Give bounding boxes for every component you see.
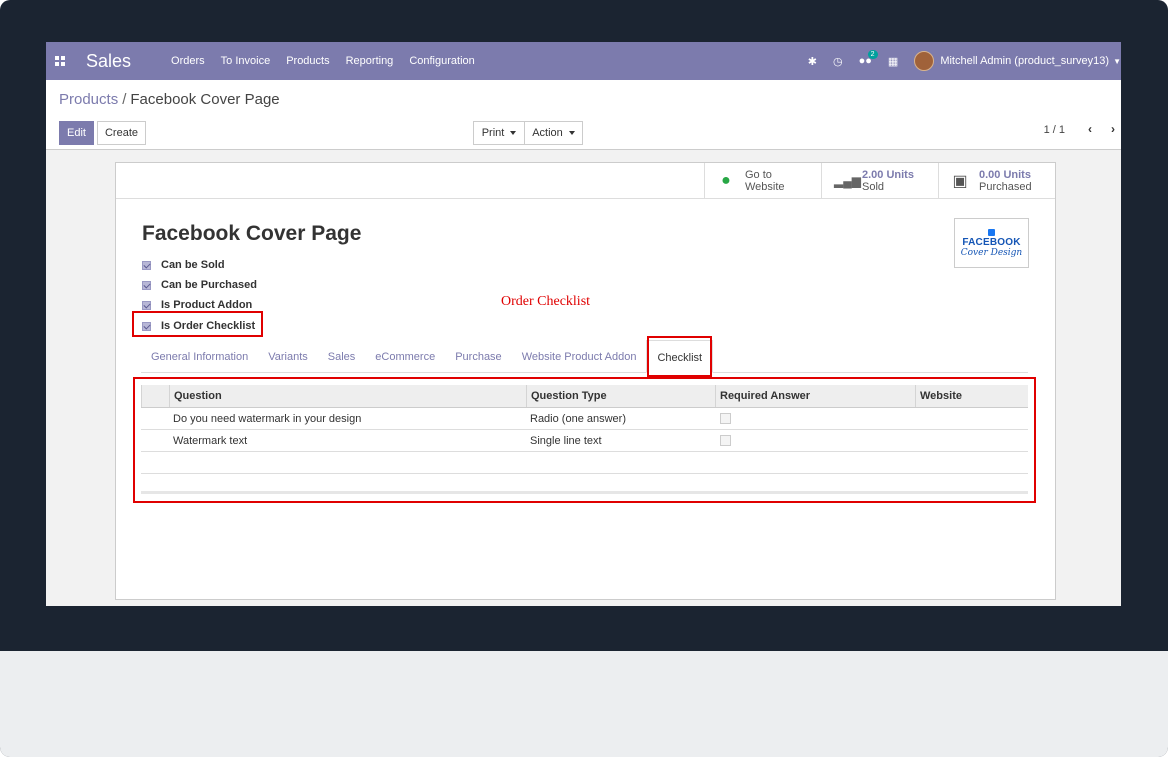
control-panel: Products / Facebook Cover Page Edit Create… bbox=[46, 80, 1121, 150]
menu-configuration[interactable]: Configuration bbox=[409, 55, 474, 67]
highlight-checklist-table bbox=[133, 377, 1036, 503]
chevron-right-icon[interactable]: › bbox=[1111, 122, 1115, 136]
clock-icon[interactable]: ◷ bbox=[833, 55, 843, 68]
print-dropdown[interactable]: Print bbox=[473, 121, 525, 145]
checkbox-is-product-addon[interactable]: Is Product Addon bbox=[142, 299, 252, 311]
avatar[interactable] bbox=[914, 51, 935, 71]
print-label: Print bbox=[481, 127, 505, 139]
chevron-down-icon[interactable]: ▼ bbox=[1113, 57, 1121, 66]
image-text-title: FACEBOOK bbox=[962, 236, 1021, 248]
product-title[interactable]: Facebook Cover Page bbox=[142, 222, 361, 246]
units-sold-button[interactable]: ▂▄▆ 2.00 Units Sold bbox=[821, 163, 938, 198]
image-text-subtitle: Cover Design bbox=[960, 247, 1023, 258]
notebook-tabs: General Information Variants Sales eComm… bbox=[141, 340, 1028, 373]
navbar-systray: ✱ ◷ ●● 2 ▦ Mitchell Admin (product_survey… bbox=[808, 42, 1121, 80]
tab-variants[interactable]: Variants bbox=[258, 340, 318, 373]
caret-down-icon bbox=[568, 131, 575, 135]
website-line2: Website bbox=[745, 180, 785, 193]
checkbox-checked[interactable] bbox=[142, 300, 151, 310]
checkbox-label: Can be Purchased bbox=[161, 279, 257, 291]
checkbox-checked[interactable] bbox=[142, 260, 151, 270]
globe-icon: ● bbox=[721, 171, 731, 189]
create-button[interactable]: Create bbox=[97, 121, 146, 145]
annotation-label: Order Checklist bbox=[501, 294, 591, 309]
units-purchased-value: 0.00 Units bbox=[979, 168, 1031, 181]
smart-button-box: ● Go to Website ▂▄▆ 2.00 Units Sold ▣ 0.… bbox=[704, 163, 1055, 199]
main-menu: Orders To Invoice Products Reporting Con… bbox=[171, 55, 491, 67]
action-dropdown[interactable]: Action bbox=[524, 121, 583, 145]
website-line1: Go to bbox=[745, 168, 772, 181]
cart-icon: ▣ bbox=[952, 172, 968, 190]
product-image[interactable]: FACEBOOK Cover Design bbox=[954, 218, 1029, 268]
gift-icon[interactable]: ▦ bbox=[888, 55, 898, 68]
breadcrumb: Products / Facebook Cover Page bbox=[59, 91, 280, 108]
checkbox-label: Is Product Addon bbox=[161, 299, 253, 311]
menu-orders[interactable]: Orders bbox=[171, 55, 205, 67]
units-purchased-label: Purchased bbox=[979, 180, 1032, 193]
breadcrumb-separator: / bbox=[122, 91, 127, 108]
app-name[interactable]: Sales bbox=[86, 51, 131, 72]
apps-menu-icon[interactable] bbox=[46, 42, 74, 80]
checkbox-can-be-purchased[interactable]: Can be Purchased bbox=[142, 279, 257, 291]
menu-products[interactable]: Products bbox=[286, 55, 329, 67]
caret-down-icon bbox=[510, 131, 517, 135]
menu-to-invoice[interactable]: To Invoice bbox=[221, 55, 271, 67]
monitor-stand bbox=[0, 651, 1168, 757]
checkbox-label: Can be Sold bbox=[161, 259, 225, 271]
edit-button[interactable]: Edit bbox=[59, 121, 94, 145]
checkbox-checked[interactable] bbox=[142, 280, 151, 290]
checkbox-can-be-sold[interactable]: Can be Sold bbox=[142, 259, 225, 271]
highlight-order-checklist-checkbox bbox=[132, 311, 263, 337]
go-to-website-button[interactable]: ● Go to Website bbox=[704, 163, 821, 198]
units-sold-label: Sold bbox=[862, 180, 885, 193]
facebook-logo-icon bbox=[988, 228, 995, 236]
bug-icon[interactable]: ✱ bbox=[808, 55, 817, 68]
action-label: Action bbox=[532, 127, 563, 139]
chat-count-badge: 2 bbox=[867, 50, 878, 59]
tab-ecommerce[interactable]: eCommerce bbox=[365, 340, 445, 373]
user-menu[interactable]: Mitchell Admin (product_survey13) bbox=[940, 55, 1109, 67]
signal-bars-icon: ▂▄▆ bbox=[834, 173, 861, 188]
menu-reporting[interactable]: Reporting bbox=[346, 55, 394, 67]
breadcrumb-current: Facebook Cover Page bbox=[130, 91, 280, 108]
breadcrumb-products[interactable]: Products bbox=[59, 91, 118, 108]
units-purchased-button[interactable]: ▣ 0.00 Units Purchased bbox=[938, 163, 1055, 198]
pager-value[interactable]: 1 / 1 bbox=[1044, 124, 1065, 136]
tab-purchase[interactable]: Purchase bbox=[445, 340, 511, 373]
units-sold-value: 2.00 Units bbox=[862, 168, 914, 181]
chevron-left-icon[interactable]: ‹ bbox=[1088, 122, 1092, 136]
chat-icon[interactable]: ●● 2 bbox=[859, 50, 878, 67]
tab-website-product-addon[interactable]: Website Product Addon bbox=[512, 340, 647, 373]
top-navbar: Sales Orders To Invoice Products Reporti… bbox=[46, 42, 1121, 80]
tab-sales[interactable]: Sales bbox=[318, 340, 366, 373]
highlight-checklist-tab bbox=[647, 336, 712, 377]
tab-general-information[interactable]: General Information bbox=[141, 340, 258, 373]
